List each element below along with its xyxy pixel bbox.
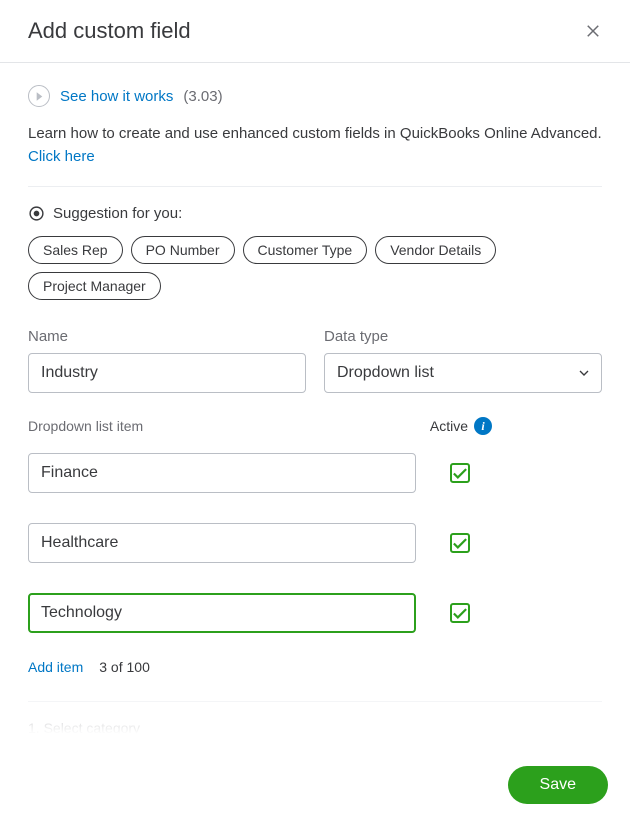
video-length: (3.03)	[183, 88, 222, 105]
item-active-checkbox-1[interactable]	[450, 463, 470, 483]
see-how-it-works-link[interactable]: See how it works	[60, 88, 173, 105]
description-text: Learn how to create and use enhanced cus…	[28, 123, 602, 168]
chip-sales-rep[interactable]: Sales Rep	[28, 236, 123, 264]
dropdown-items-label: Dropdown list item	[28, 418, 143, 434]
divider	[28, 186, 602, 187]
name-input[interactable]	[28, 353, 306, 393]
play-icon[interactable]	[28, 85, 50, 107]
add-item-link[interactable]: Add item	[28, 659, 83, 675]
page-title: Add custom field	[28, 18, 191, 44]
target-icon	[28, 205, 45, 222]
chip-project-manager[interactable]: Project Manager	[28, 272, 161, 300]
chip-customer-type[interactable]: Customer Type	[243, 236, 368, 264]
item-input-2[interactable]	[28, 523, 416, 563]
step-label: 1. Select category	[28, 720, 602, 736]
data-type-select[interactable]	[324, 353, 602, 393]
description-body: Learn how to create and use enhanced cus…	[28, 125, 602, 142]
name-label: Name	[28, 328, 306, 345]
item-input-3[interactable]	[28, 593, 416, 633]
data-type-label: Data type	[324, 328, 602, 345]
close-icon[interactable]	[584, 22, 602, 40]
list-item	[28, 453, 602, 493]
active-column-label: Active	[430, 418, 468, 434]
suggestion-chips: Sales Rep PO Number Customer Type Vendor…	[28, 236, 602, 300]
info-icon[interactable]: i	[474, 417, 492, 435]
suggestion-label: Suggestion for you:	[53, 205, 182, 222]
list-item	[28, 523, 602, 563]
chip-po-number[interactable]: PO Number	[131, 236, 235, 264]
list-item	[28, 593, 602, 633]
divider	[28, 701, 602, 702]
item-input-1[interactable]	[28, 453, 416, 493]
item-active-checkbox-2[interactable]	[450, 533, 470, 553]
chip-vendor-details[interactable]: Vendor Details	[375, 236, 496, 264]
save-button[interactable]: Save	[508, 766, 608, 804]
item-count: 3 of 100	[99, 659, 150, 675]
item-active-checkbox-3[interactable]	[450, 603, 470, 623]
click-here-link[interactable]: Click here	[28, 148, 95, 165]
